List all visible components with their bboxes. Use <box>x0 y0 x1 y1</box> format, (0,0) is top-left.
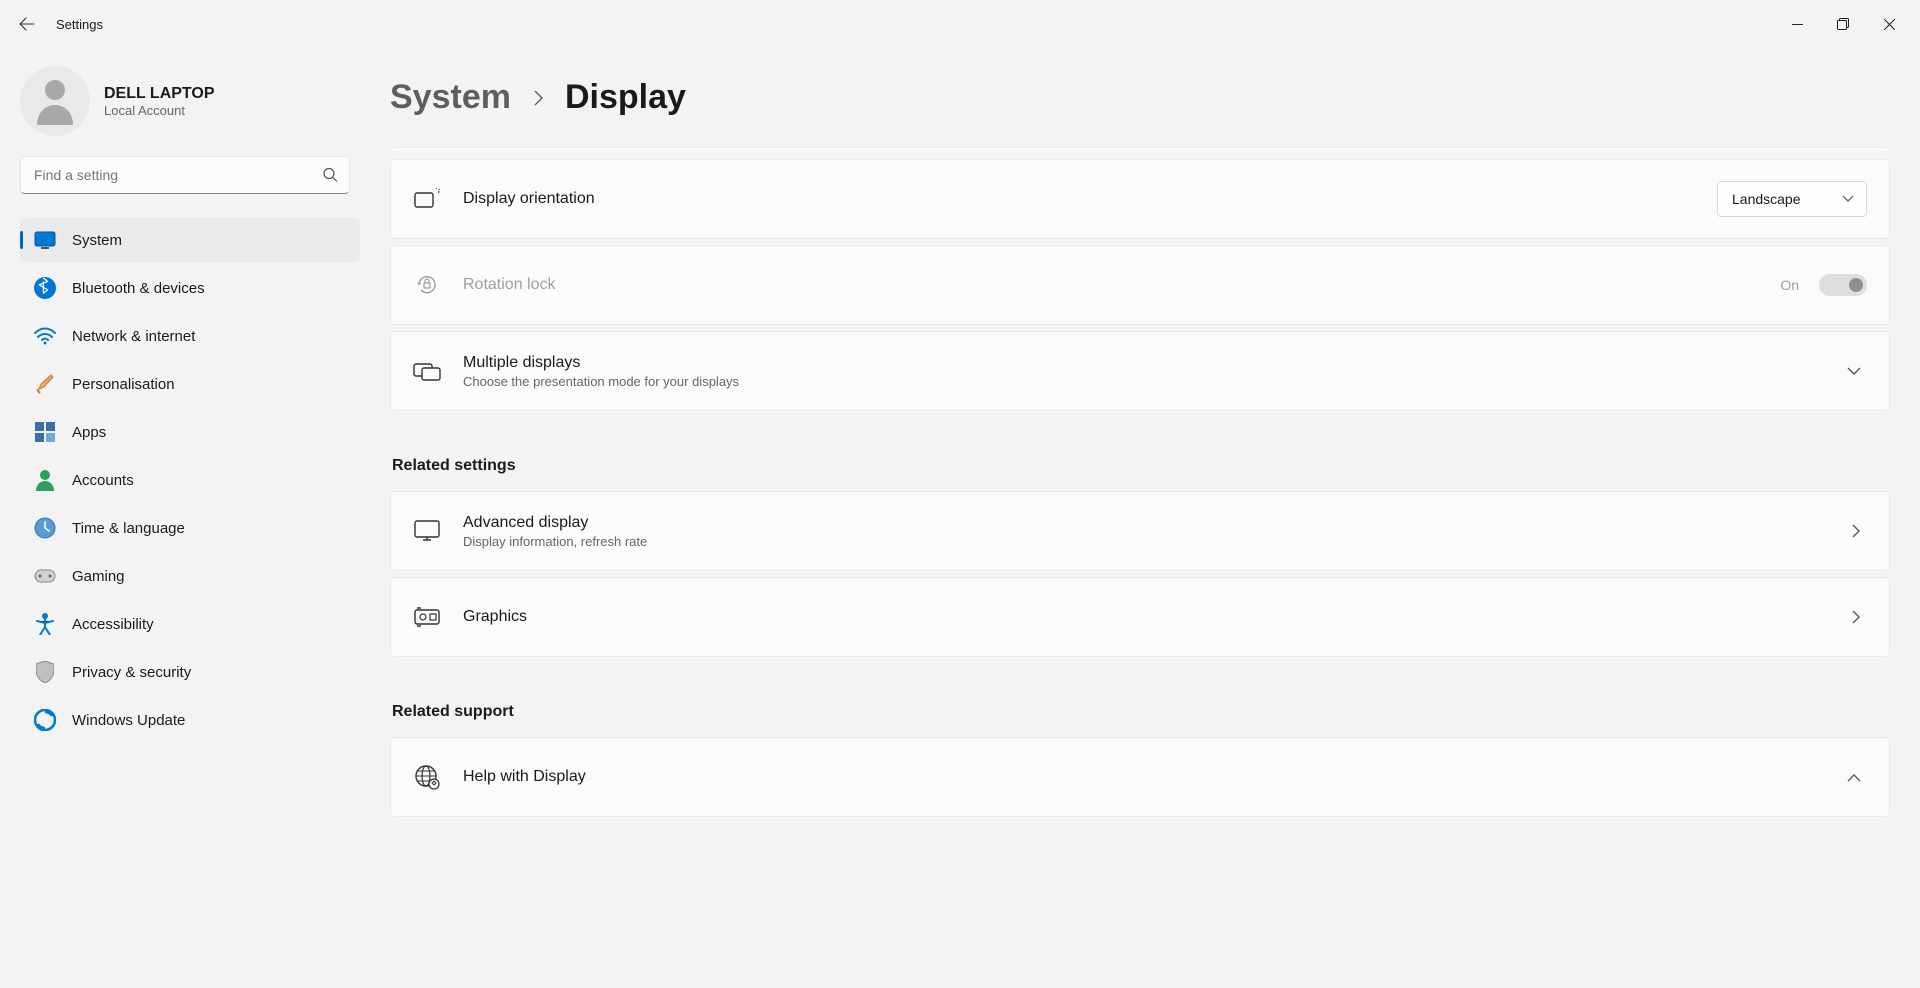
content: System Display Display orientation Lands… <box>370 48 1920 988</box>
shield-icon <box>32 659 58 685</box>
search-icon <box>323 168 338 183</box>
profile-block[interactable]: DELL LAPTOP Local Account <box>0 58 370 156</box>
nav-item-accounts[interactable]: Accounts <box>20 458 360 502</box>
orientation-select[interactable]: Landscape <box>1717 181 1867 217</box>
apps-icon <box>32 419 58 445</box>
nav-item-apps[interactable]: Apps <box>20 410 360 454</box>
nav-item-accessibility[interactable]: Accessibility <box>20 602 360 646</box>
person-icon <box>32 467 58 493</box>
update-icon <box>32 707 58 733</box>
toggle-knob <box>1849 278 1863 292</box>
rotation-lock-toggle <box>1819 274 1867 296</box>
setting-label: Advanced display <box>463 514 1846 532</box>
title-bar: Settings <box>0 0 1920 48</box>
nav-label: Network & internet <box>72 328 195 345</box>
setting-label: Graphics <box>463 608 1846 626</box>
nav-label: Accounts <box>72 472 134 489</box>
maximize-icon <box>1837 18 1849 30</box>
nav-label: System <box>72 232 122 249</box>
chevron-right-icon <box>1846 610 1867 624</box>
breadcrumb-parent[interactable]: System <box>390 78 511 117</box>
bluetooth-icon <box>32 275 58 301</box>
setting-label: Multiple displays <box>463 354 1841 372</box>
orientation-icon <box>413 188 441 210</box>
section-related-settings: Related settings <box>392 457 1890 475</box>
profile-name: DELL LAPTOP <box>104 85 215 103</box>
section-related-support: Related support <box>392 703 1890 721</box>
close-button[interactable] <box>1866 8 1912 40</box>
nav-label: Apps <box>72 424 106 441</box>
nav-label: Personalisation <box>72 376 175 393</box>
nav-label: Gaming <box>72 568 125 585</box>
chevron-right-icon <box>1846 524 1867 538</box>
multiple-displays-icon <box>413 360 441 382</box>
nav-label: Time & language <box>72 520 185 537</box>
nav-item-personalisation[interactable]: Personalisation <box>20 362 360 406</box>
maximize-button[interactable] <box>1820 8 1866 40</box>
setting-graphics[interactable]: Graphics <box>390 577 1890 657</box>
nav-item-windows-update[interactable]: Windows Update <box>20 698 360 742</box>
nav-item-gaming[interactable]: Gaming <box>20 554 360 598</box>
nav-item-time-language[interactable]: Time & language <box>20 506 360 550</box>
clock-icon <box>32 515 58 541</box>
window-controls <box>1774 8 1912 40</box>
nav-item-network[interactable]: Network & internet <box>20 314 360 358</box>
select-value: Landscape <box>1732 191 1801 207</box>
nav-item-bluetooth[interactable]: Bluetooth & devices <box>20 266 360 310</box>
search-input[interactable] <box>20 156 350 194</box>
nav-item-privacy[interactable]: Privacy & security <box>20 650 360 694</box>
setting-display-orientation[interactable]: Display orientation Landscape <box>390 159 1890 239</box>
chevron-down-icon <box>1841 367 1867 376</box>
chevron-up-icon <box>1841 773 1867 782</box>
setting-subtitle: Display information, refresh rate <box>463 534 1846 549</box>
setting-advanced-display[interactable]: Advanced display Display information, re… <box>390 491 1890 571</box>
nav-label: Privacy & security <box>72 664 191 681</box>
nav-label: Accessibility <box>72 616 154 633</box>
paintbrush-icon <box>32 371 58 397</box>
setting-label: Help with Display <box>463 768 1841 786</box>
nav-label: Bluetooth & devices <box>72 280 205 297</box>
minimize-icon <box>1792 19 1803 30</box>
breadcrumb-current: Display <box>565 78 686 117</box>
system-icon <box>32 227 58 253</box>
support-help-with-display[interactable]: Help with Display <box>390 737 1890 817</box>
setting-multiple-displays[interactable]: Multiple displays Choose the presentatio… <box>390 331 1890 411</box>
setting-rotation-lock: Rotation lock On <box>390 245 1890 325</box>
arrow-left-icon <box>19 16 35 32</box>
wifi-icon <box>32 323 58 349</box>
nav: System Bluetooth & devices Network & int… <box>0 218 370 742</box>
window-title: Settings <box>56 17 103 32</box>
close-icon <box>1884 19 1895 30</box>
sidebar: DELL LAPTOP Local Account System Bluetoo… <box>0 48 370 988</box>
gamepad-icon <box>32 563 58 589</box>
avatar <box>20 66 90 136</box>
accessibility-icon <box>32 611 58 637</box>
back-button[interactable] <box>8 5 46 43</box>
breadcrumb: System Display <box>390 78 1890 117</box>
nav-label: Windows Update <box>72 712 185 729</box>
chevron-right-icon <box>533 90 543 106</box>
setting-label: Rotation lock <box>463 276 1780 294</box>
rotation-lock-icon <box>413 273 441 297</box>
monitor-icon <box>413 520 441 542</box>
setting-label: Display orientation <box>463 190 1717 208</box>
minimize-button[interactable] <box>1774 8 1820 40</box>
setting-subtitle: Choose the presentation mode for your di… <box>463 374 1841 389</box>
search-field[interactable] <box>20 156 350 194</box>
nav-item-system[interactable]: System <box>20 218 360 262</box>
toggle-state-label: On <box>1780 277 1799 293</box>
previous-card-edge <box>390 147 1890 153</box>
globe-help-icon <box>413 764 441 790</box>
profile-subtitle: Local Account <box>104 103 215 118</box>
chevron-down-icon <box>1842 195 1854 203</box>
graphics-card-icon <box>413 607 441 627</box>
